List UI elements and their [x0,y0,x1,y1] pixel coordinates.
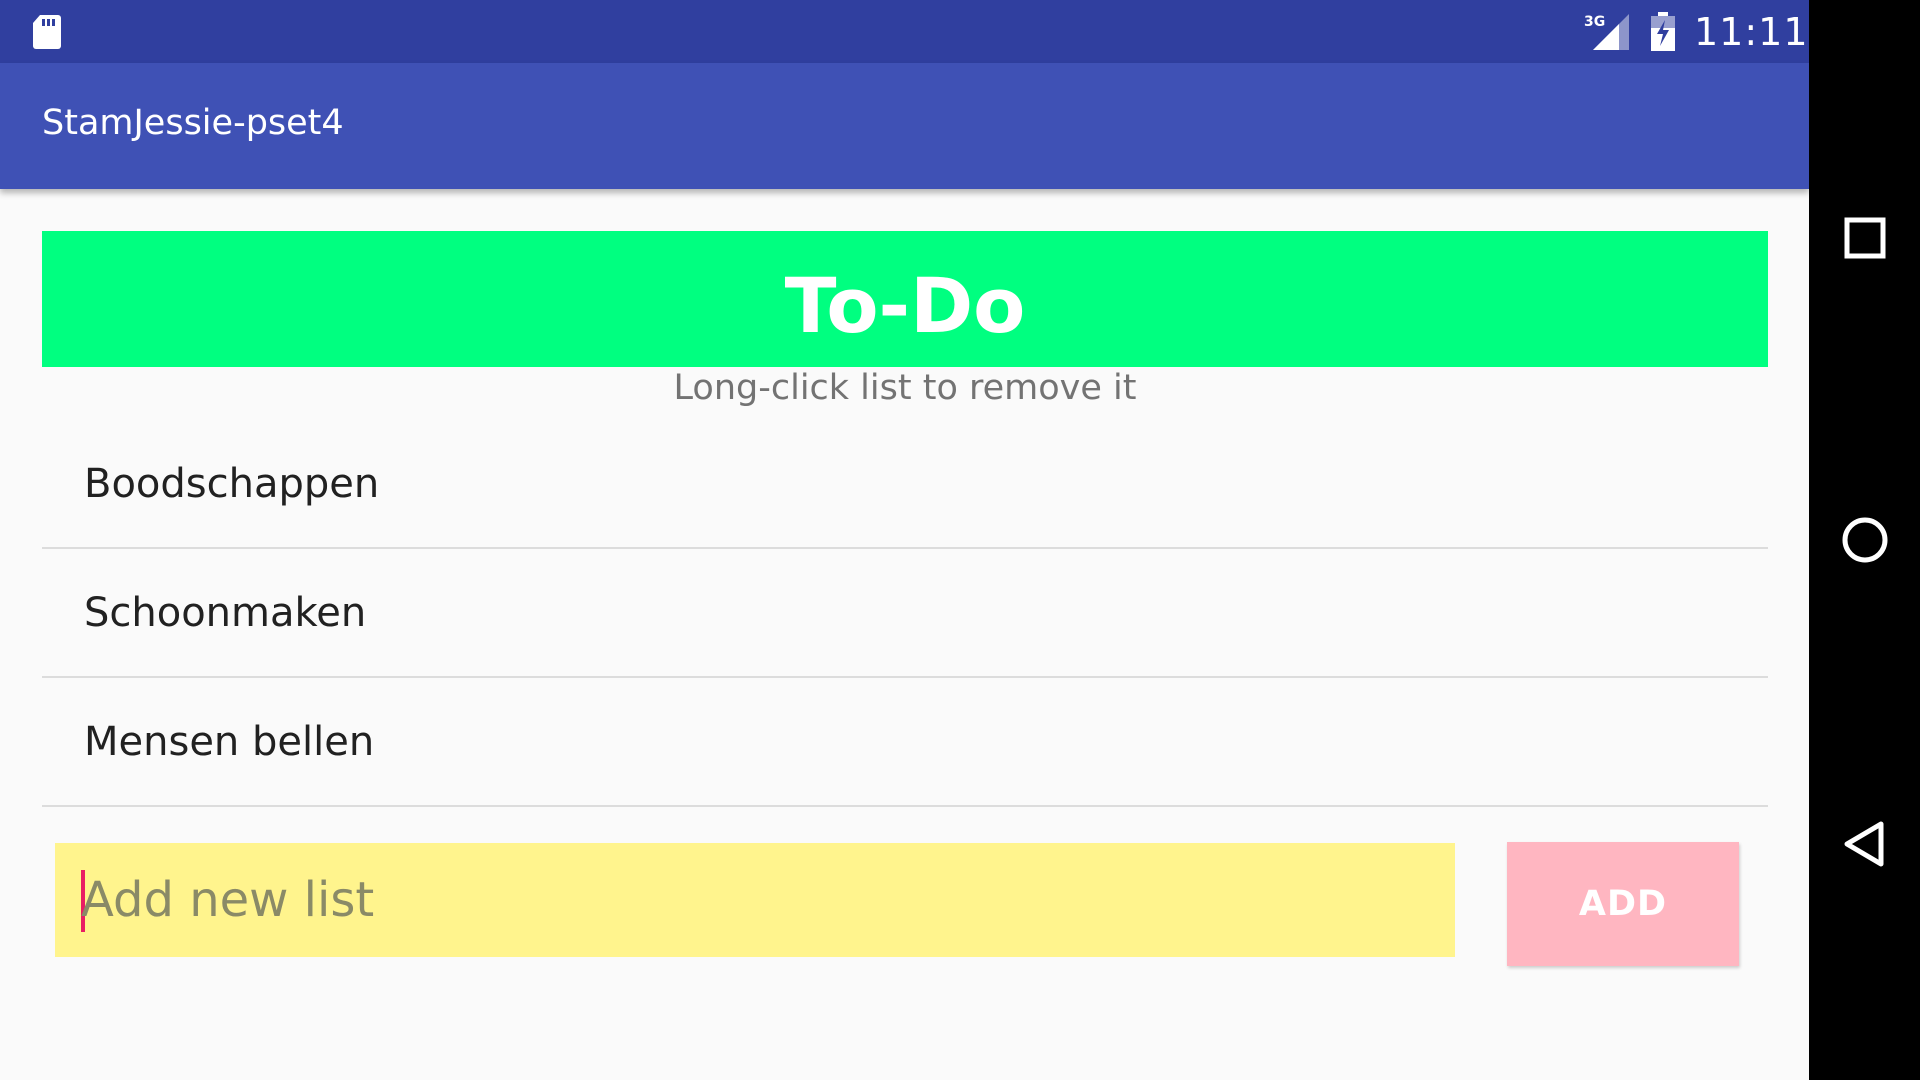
todo-banner: To-Do [42,231,1768,367]
svg-text:3G: 3G [1584,14,1605,30]
list-item[interactable]: Boodschappen [42,420,1768,549]
list-item[interactable]: Mensen bellen [42,678,1768,807]
new-list-input[interactable] [81,843,1441,957]
remove-hint: Long-click list to remove it [673,368,1137,408]
new-list-field[interactable] [55,843,1455,957]
app-screen: 3G 11:11 StamJessie-pset4 To-Do Long-cli… [0,0,1809,1080]
signal-3g-icon: 3G [1584,14,1629,50]
sd-card-icon [33,15,61,49]
list-item[interactable]: Schoonmaken [42,549,1768,678]
app-title: StamJessie-pset4 [42,103,344,143]
recents-icon[interactable] [1841,214,1889,262]
home-icon[interactable] [1841,516,1889,564]
battery-charging-icon [1651,12,1675,51]
page-title: To-Do [784,260,1026,350]
app-bar: StamJessie-pset4 [0,63,1809,189]
status-bar: 3G 11:11 [0,0,1809,63]
todo-lists: Boodschappen Schoonmaken Mensen bellen [42,420,1768,807]
back-icon[interactable] [1841,820,1889,868]
status-clock: 11:11 [1694,10,1809,54]
navigation-bar [1809,0,1920,1080]
add-button[interactable]: ADD [1507,842,1739,966]
